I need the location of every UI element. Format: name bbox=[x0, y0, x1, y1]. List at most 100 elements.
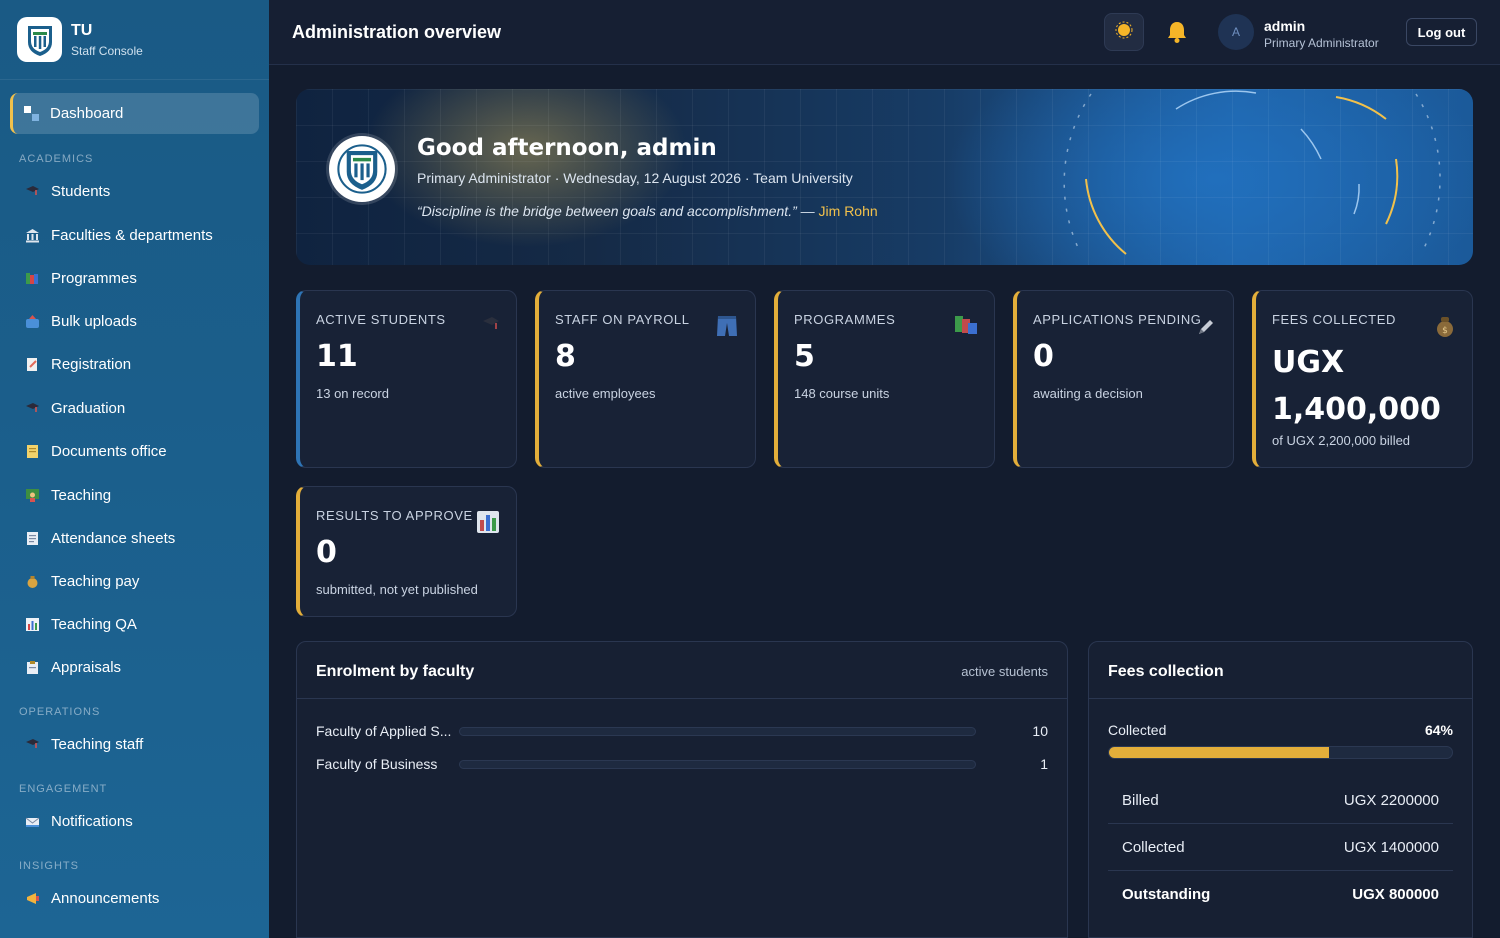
user-name: admin bbox=[1264, 18, 1306, 34]
sidebar-item-teaching-staff[interactable]: Teaching staff bbox=[0, 729, 269, 759]
money-bag-icon: $ bbox=[1434, 314, 1456, 343]
stat-note: 148 course units bbox=[794, 386, 890, 401]
pencil-icon bbox=[1197, 318, 1215, 341]
sidebar-item-students[interactable]: Students bbox=[0, 176, 269, 206]
greeting-subtitle: Primary Administrator · Wednesday, 12 Au… bbox=[417, 170, 853, 186]
brand-subtitle: Staff Console bbox=[71, 43, 143, 58]
stat-value: 0 bbox=[1033, 339, 1054, 374]
user-role: Primary Administrator bbox=[1264, 36, 1379, 50]
faculty-name: Faculty of Applied S... bbox=[316, 723, 452, 739]
sidebar-item-label: Programmes bbox=[51, 269, 137, 287]
stat-card-fees-collected[interactable]: FEES COLLECTED UGX 1,400,000 of UGX 2,20… bbox=[1252, 290, 1473, 468]
sidebar-item-faculties[interactable]: Faculties & departments bbox=[0, 220, 269, 250]
fees-progress-bar bbox=[1108, 746, 1453, 759]
graduation-cap-icon bbox=[24, 736, 40, 752]
stat-label: ACTIVE STUDENTS bbox=[316, 312, 446, 327]
sidebar-item-label: Students bbox=[51, 182, 111, 200]
row-value: UGX 800000 bbox=[1352, 886, 1439, 903]
brand-name: TU bbox=[71, 21, 93, 39]
faculty-bar-track bbox=[459, 727, 976, 736]
table-row: Outstanding UGX 800000 bbox=[1108, 871, 1453, 918]
stat-value: 8 bbox=[555, 339, 576, 374]
panel-divider bbox=[1089, 698, 1472, 699]
sidebar-item-graduation[interactable]: Graduation bbox=[0, 393, 269, 423]
stat-card-results-to-approve[interactable]: RESULTS TO APPROVE 0 submitted, not yet … bbox=[296, 486, 517, 617]
sidebar-item-teaching-pay[interactable]: Teaching pay bbox=[0, 566, 269, 596]
theme-toggle-button[interactable] bbox=[1104, 13, 1144, 51]
sidebar-item-teaching[interactable]: Teaching bbox=[0, 480, 269, 510]
sidebar-item-label: Teaching pay bbox=[51, 572, 140, 590]
graduation-cap-icon bbox=[24, 183, 40, 199]
books-icon bbox=[954, 314, 978, 341]
enrolment-by-faculty-panel: Enrolment by faculty active students Fac… bbox=[296, 641, 1068, 938]
fees-collected-label: Collected bbox=[1108, 722, 1167, 738]
sidebar-item-label: Teaching QA bbox=[51, 615, 137, 633]
stat-card-applications-pending[interactable]: APPLICATIONS PENDING 0 awaiting a decisi… bbox=[1013, 290, 1234, 468]
building-icon bbox=[24, 227, 40, 243]
sheet-icon bbox=[24, 530, 40, 546]
faculty-count: 1 bbox=[1040, 756, 1048, 772]
top-header: Administration overview A admin Primary … bbox=[269, 0, 1500, 65]
faculty-name: Faculty of Business bbox=[316, 756, 438, 772]
stat-value: 11 bbox=[316, 339, 358, 374]
stat-card-staff-on-payroll[interactable]: STAFF ON PAYROLL 8 active employees bbox=[535, 290, 756, 468]
faculty-row[interactable]: Faculty of Business 1 bbox=[316, 754, 1048, 774]
brand[interactable]: TU Staff Console bbox=[0, 0, 269, 80]
jeans-icon bbox=[715, 314, 739, 343]
panel-title: Fees collection bbox=[1108, 663, 1224, 680]
stat-note: active employees bbox=[555, 386, 656, 401]
row-value: UGX 2200000 bbox=[1343, 791, 1439, 809]
fees-collection-panel: Fees collection Collected 64% Billed UGX … bbox=[1088, 641, 1473, 938]
stat-note: submitted, not yet published bbox=[316, 582, 478, 597]
table-row: Billed UGX 2200000 bbox=[1108, 777, 1453, 824]
sidebar-item-registration[interactable]: Registration bbox=[0, 349, 269, 379]
sidebar-item-documents-office[interactable]: Documents office bbox=[0, 436, 269, 466]
stat-note: awaiting a decision bbox=[1033, 386, 1143, 401]
sidebar-item-label: Graduation bbox=[51, 399, 126, 417]
faculty-row[interactable]: Faculty of Applied S... 10 bbox=[316, 721, 1048, 741]
sidebar-item-programmes[interactable]: Programmes bbox=[0, 263, 269, 293]
stat-card-active-students[interactable]: ACTIVE STUDENTS 11 13 on record bbox=[296, 290, 517, 468]
stat-label: RESULTS TO APPROVE bbox=[316, 508, 473, 523]
quote-author: Jim Rohn bbox=[818, 203, 878, 219]
row-value: UGX 1400000 bbox=[1343, 838, 1439, 856]
sidebar-section-academics: ACADEMICS bbox=[19, 153, 94, 165]
sidebar-item-announcements[interactable]: Announcements bbox=[0, 883, 269, 913]
sidebar-item-bulk-uploads[interactable]: Bulk uploads bbox=[0, 306, 269, 336]
row-label: Collected bbox=[1122, 838, 1185, 856]
stat-label: PROGRAMMES bbox=[794, 312, 896, 327]
document-icon bbox=[24, 443, 40, 459]
row-label: Billed bbox=[1122, 791, 1159, 809]
clipboard-icon bbox=[24, 659, 40, 675]
sidebar-item-teaching-qa[interactable]: Teaching QA bbox=[0, 609, 269, 639]
logout-button[interactable]: Log out bbox=[1406, 18, 1477, 46]
sun-icon bbox=[1114, 20, 1134, 45]
faculty-count: 10 bbox=[1032, 723, 1048, 739]
sidebar: TU Staff Console Dashboard ACADEMICS Stu… bbox=[0, 0, 269, 938]
stat-card-programmes[interactable]: PROGRAMMES 5 148 course units bbox=[774, 290, 995, 468]
fees-summary-table: Billed UGX 2200000 Collected UGX 1400000 O… bbox=[1108, 777, 1453, 918]
sidebar-item-notifications[interactable]: Notifications bbox=[0, 806, 269, 836]
avatar[interactable]: A bbox=[1218, 14, 1254, 50]
quote-dash: — bbox=[796, 203, 819, 219]
university-logo bbox=[17, 17, 62, 62]
notifications-bell-icon[interactable] bbox=[1166, 20, 1188, 49]
welcome-banner: Good afternoon, admin Primary Administra… bbox=[296, 89, 1473, 265]
stat-label: APPLICATIONS PENDING bbox=[1033, 312, 1202, 327]
sidebar-item-label: Dashboard bbox=[50, 105, 124, 122]
stat-value: 0 bbox=[316, 535, 337, 570]
sidebar-section-engagement: ENGAGEMENT bbox=[19, 783, 108, 795]
teacher-icon bbox=[24, 487, 40, 503]
daily-quote: “Discipline is the bridge between goals … bbox=[417, 203, 878, 219]
sidebar-item-appraisals[interactable]: Appraisals bbox=[0, 652, 269, 682]
sidebar-item-label: Registration bbox=[51, 355, 132, 373]
sidebar-item-label: Teaching bbox=[51, 486, 112, 504]
megaphone-icon bbox=[24, 890, 40, 906]
sidebar-section-insights: INSIGHTS bbox=[19, 860, 79, 872]
fees-progress-fill bbox=[1109, 747, 1329, 758]
form-icon bbox=[24, 356, 40, 372]
sidebar-item-dashboard[interactable]: Dashboard bbox=[10, 93, 259, 134]
banner-university-logo bbox=[329, 136, 395, 202]
sidebar-item-attendance-sheets[interactable]: Attendance sheets bbox=[0, 523, 269, 553]
stat-note: 13 on record bbox=[316, 386, 389, 401]
